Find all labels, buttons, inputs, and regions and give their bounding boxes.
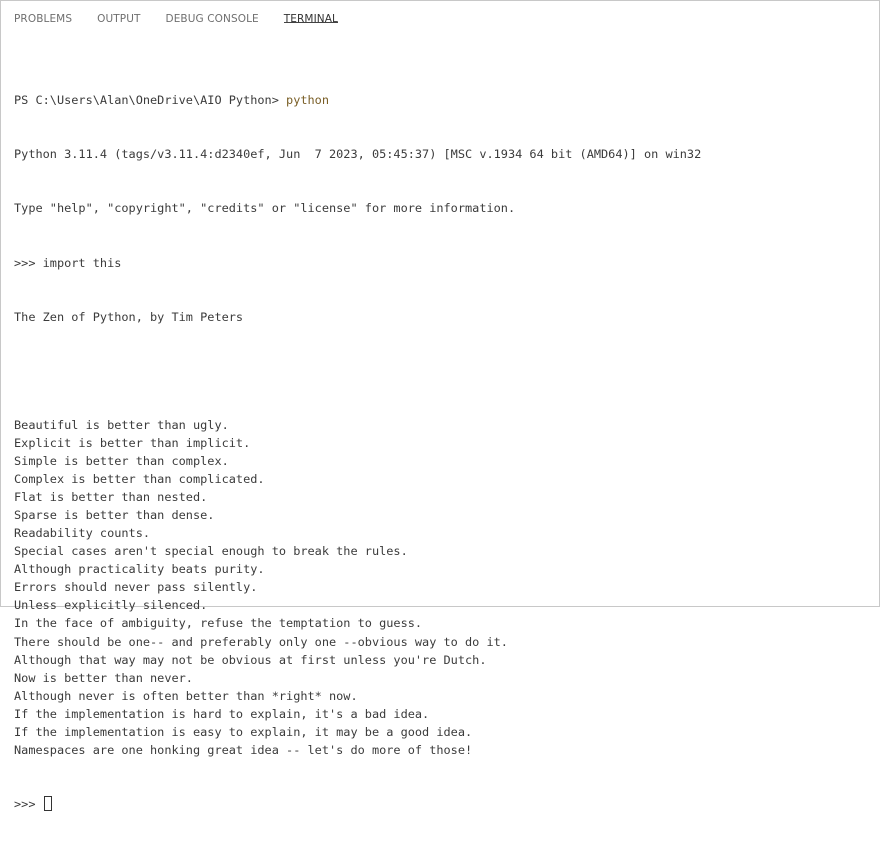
zen-line: Sparse is better than dense. <box>14 508 215 523</box>
zen-line: There should be one-- and preferably onl… <box>14 634 508 649</box>
tab-debug-console[interactable]: DEBUG CONSOLE <box>166 1 259 25</box>
zen-line: In the face of ambiguity, refuse the tem… <box>14 616 423 631</box>
zen-line: Although practicality beats purity. <box>14 562 265 577</box>
zen-line: Although never is often better than *rig… <box>14 688 358 703</box>
panel-tab-bar: PROBLEMS OUTPUT DEBUG CONSOLE TERMINAL <box>1 1 879 35</box>
python-help-banner: Type "help", "copyright", "credits" or "… <box>14 201 516 216</box>
text-cursor <box>43 795 52 811</box>
zen-lines: Beautiful is better than ugly. Explicit i… <box>14 416 879 759</box>
terminal-panel: PROBLEMS OUTPUT DEBUG CONSOLE TERMINAL P… <box>0 0 880 811</box>
shell-prompt: PS C:\Users\Alan\OneDrive\AIO Python> <box>14 93 287 108</box>
zen-line: Complex is better than complicated. <box>14 472 265 487</box>
zen-line: If the implementation is easy to explain… <box>14 724 473 739</box>
repl-input-line: >>> import this <box>14 254 879 272</box>
final-repl-prompt: >>> <box>14 796 43 811</box>
zen-line: Readability counts. <box>14 526 151 541</box>
zen-line: Now is better than never. <box>14 670 193 685</box>
tab-terminal[interactable]: TERMINAL <box>283 1 338 25</box>
python-version-banner: Python 3.11.4 (tags/v3.11.4:d2340ef, Jun… <box>14 147 702 162</box>
zen-title: The Zen of Python, by Tim Peters <box>14 309 244 324</box>
zen-line: Errors should never pass silently. <box>14 580 258 595</box>
terminal-output[interactable]: PS C:\Users\Alan\OneDrive\AIO Python> py… <box>14 55 879 849</box>
tab-problems[interactable]: PROBLEMS <box>14 1 72 25</box>
zen-line: If the implementation is hard to explain… <box>14 706 430 721</box>
repl-prompt: >>> <box>14 255 43 270</box>
zen-line: Namespaces are one honking great idea --… <box>14 742 473 757</box>
zen-line: Special cases aren't special enough to b… <box>14 544 408 559</box>
zen-line: Flat is better than nested. <box>14 490 208 505</box>
zen-line: Although that way may not be obvious at … <box>14 652 487 667</box>
zen-line: Beautiful is better than ugly. <box>14 417 229 432</box>
repl-command: import this <box>42 255 122 270</box>
shell-command: python <box>286 93 329 108</box>
final-prompt-line[interactable]: >>> <box>14 795 879 813</box>
tab-output[interactable]: OUTPUT <box>97 1 140 25</box>
terminal-prompt-line: PS C:\Users\Alan\OneDrive\AIO Python> py… <box>14 91 879 109</box>
zen-line: Unless explicitly silenced. <box>14 598 208 613</box>
zen-line: Explicit is better than implicit. <box>14 435 251 450</box>
zen-line: Simple is better than complex. <box>14 454 229 469</box>
